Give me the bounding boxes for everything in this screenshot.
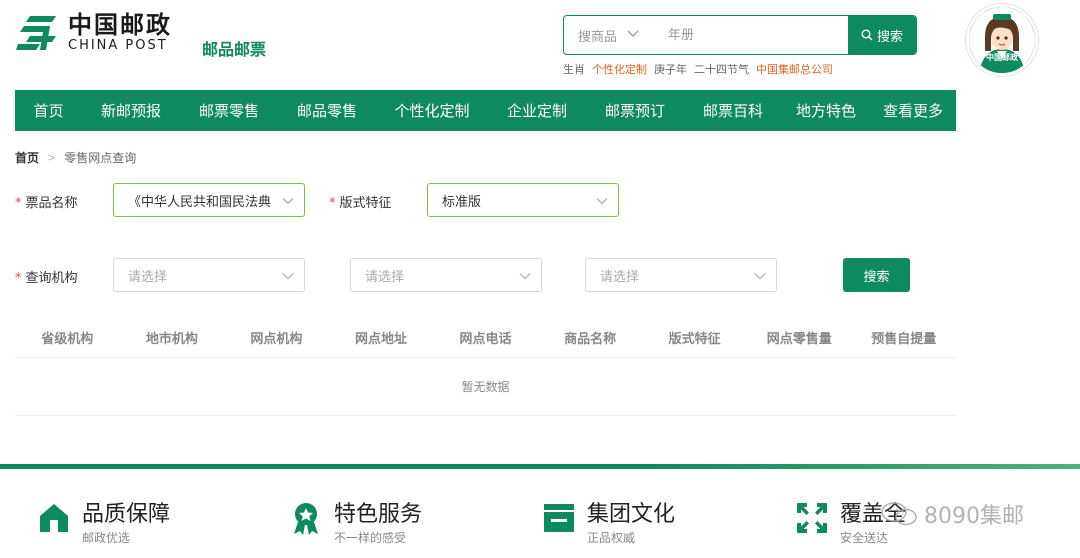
breadcrumb-home-link[interactable]: 首页	[15, 149, 39, 166]
breadcrumb: 首页 > 零售网点查询	[15, 149, 136, 166]
search-icon	[861, 29, 873, 41]
stamp-name-label-text: 票品名称	[25, 196, 78, 211]
query-search-button[interactable]: 搜索	[843, 258, 910, 292]
feature-subtitle: 安全送达	[840, 531, 889, 545]
wechat-watermark: 8090集邮	[880, 498, 1024, 530]
feature-subtitle: 邮政优选	[82, 531, 131, 545]
hot-word-link[interactable]: 庚子年	[654, 61, 687, 77]
table-header: 省级机构 地市机构 网点机构 网点地址 网点电话 商品名称 版式特征 网点零售量…	[15, 318, 956, 358]
nav-item-encyclopedia[interactable]: 邮票百科	[684, 90, 782, 131]
feature-title: 集团文化	[587, 502, 676, 527]
home-shield-icon	[40, 504, 68, 532]
empty-state: 暂无数据	[15, 358, 956, 416]
main-nav: 首页 新邮预报 邮票零售 邮品零售 个性化定制 企业定制 邮票预订 邮票百科 地…	[15, 90, 956, 131]
hot-word-link[interactable]: 生肖	[563, 61, 585, 77]
feature-subtitle: 正品权威	[587, 531, 636, 545]
province-org-select[interactable]: 请选择	[113, 258, 305, 292]
breadcrumb-separator: >	[47, 151, 57, 164]
feature-title: 特色服务	[334, 502, 423, 527]
watermark-text: 8090集邮	[924, 504, 1024, 529]
feature-culture: 集团文化 正品权威	[541, 500, 675, 546]
nav-item-personalized[interactable]: 个性化定制	[376, 90, 488, 131]
results-table: 省级机构 地市机构 网点机构 网点地址 网点电话 商品名称 版式特征 网点零售量…	[15, 318, 956, 416]
search-bar: 搜商品 搜索	[563, 15, 917, 55]
feature-title: 品质保障	[82, 502, 171, 527]
column-header: 网点电话	[459, 332, 512, 347]
stamp-name-value: 《中华人民共和国民法典	[128, 194, 272, 210]
nav-item-stamp-retail[interactable]: 邮票零售	[180, 90, 278, 131]
chevron-down-icon	[596, 198, 608, 205]
chevron-down-icon	[282, 273, 294, 280]
expand-arrows-icon	[797, 503, 827, 533]
search-button-label: 搜索	[876, 29, 903, 45]
hot-word-link[interactable]: 二十四节气	[694, 61, 749, 77]
version-value: 标准版	[442, 194, 482, 210]
award-ribbon-icon	[294, 503, 318, 535]
org-label-text: 查询机构	[25, 271, 78, 286]
logo-english-text: CHINA POST	[68, 38, 168, 53]
required-mark: *	[329, 196, 336, 211]
mascot-girl-illustration	[969, 7, 1035, 73]
nav-item-home[interactable]: 首页	[15, 90, 82, 131]
site-name: 邮品邮票	[202, 40, 267, 59]
required-mark: *	[15, 196, 22, 211]
china-post-logo[interactable]: 中国邮政 CHINA POST	[16, 12, 172, 54]
page: 中国邮政 CHINA POST 邮品邮票 搜商品 搜索 生肖 个性化定制 庚子年…	[0, 0, 1080, 558]
footer-divider	[0, 464, 1080, 469]
nav-item-philatelic-retail[interactable]: 邮品零售	[278, 90, 376, 131]
column-header: 网点零售量	[766, 332, 832, 347]
city-org-select[interactable]: 请选择	[350, 258, 542, 292]
version-label-text: 版式特征	[339, 196, 392, 211]
hot-search-words: 生肖 个性化定制 庚子年 二十四节气 中国集邮总公司	[563, 61, 833, 77]
nav-item-more[interactable]: 查看更多	[870, 90, 956, 131]
outlet-org-placeholder: 请选择	[600, 269, 640, 285]
nav-item-local-features[interactable]: 地方特色	[782, 90, 870, 131]
search-button[interactable]: 搜索	[848, 16, 916, 54]
column-header: 网点机构	[250, 332, 303, 347]
archive-box-icon	[544, 504, 574, 532]
required-mark: *	[15, 271, 22, 286]
search-input[interactable]	[654, 16, 848, 54]
stamp-name-select[interactable]: 《中华人民共和国民法典	[113, 183, 305, 217]
version-label: * 版式特征	[329, 192, 392, 211]
city-org-placeholder: 请选择	[365, 269, 405, 285]
chevron-down-icon	[519, 273, 531, 280]
china-post-logo-icon	[16, 16, 56, 50]
column-header: 地市机构	[145, 332, 198, 347]
feature-quality: 品质保障 邮政优选	[36, 500, 170, 546]
breadcrumb-current: 零售网点查询	[64, 151, 137, 165]
mascot-caption: 中国邮政	[986, 53, 1018, 62]
search-category-label: 搜商品	[578, 29, 618, 45]
chevron-down-icon	[627, 30, 639, 41]
mascot-avatar[interactable]: 中国邮政	[966, 4, 1038, 76]
org-label: * 查询机构	[15, 267, 78, 286]
nav-item-enterprise[interactable]: 企业定制	[488, 90, 586, 131]
feature-subtitle: 不一样的感受	[334, 531, 407, 545]
nav-item-subscription[interactable]: 邮票预订	[586, 90, 684, 131]
column-header: 商品名称	[564, 332, 617, 347]
nav-item-new-stamp-forecast[interactable]: 新邮预报	[82, 90, 180, 131]
version-select[interactable]: 标准版	[427, 183, 619, 217]
stamp-name-label: * 票品名称	[15, 192, 78, 211]
column-header: 版式特征	[668, 332, 721, 347]
hot-word-link[interactable]: 个性化定制	[592, 61, 647, 77]
province-org-placeholder: 请选择	[128, 269, 168, 285]
logo-chinese-text: 中国邮政	[68, 11, 172, 39]
column-header: 省级机构	[41, 332, 94, 347]
wechat-icon	[881, 502, 917, 526]
hot-word-link[interactable]: 中国集邮总公司	[756, 61, 833, 77]
column-header: 预售自提量	[871, 332, 937, 347]
chevron-down-icon	[282, 198, 294, 205]
column-header: 网点地址	[354, 332, 407, 347]
feature-service: 特色服务 不一样的感受	[288, 500, 422, 546]
chevron-down-icon	[754, 273, 766, 280]
search-category-dropdown[interactable]: 搜商品	[564, 16, 654, 54]
outlet-org-select[interactable]: 请选择	[585, 258, 777, 292]
